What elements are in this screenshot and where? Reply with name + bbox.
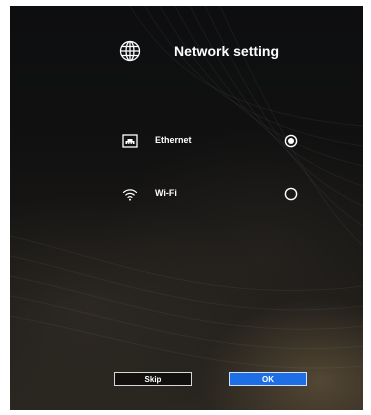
ethernet-icon — [122, 134, 138, 148]
option-ethernet[interactable]: Ethernet — [118, 128, 304, 154]
globe-icon — [119, 40, 141, 62]
radio-wifi[interactable] — [284, 187, 298, 201]
option-label-wifi: Wi-Fi — [155, 188, 177, 198]
radio-ethernet[interactable] — [284, 134, 298, 148]
option-wifi[interactable]: Wi-Fi — [118, 181, 304, 207]
wifi-icon — [122, 189, 138, 201]
skip-button[interactable]: Skip — [114, 372, 192, 386]
option-label-ethernet: Ethernet — [155, 135, 192, 145]
page-title: Network setting — [174, 43, 280, 59]
network-setting-screen: Network setting Ethernet Wi-Fi Skip OK — [10, 6, 363, 410]
footer: Skip OK — [10, 372, 363, 388]
header: Network setting — [10, 6, 363, 96]
ok-button[interactable]: OK — [229, 372, 307, 386]
